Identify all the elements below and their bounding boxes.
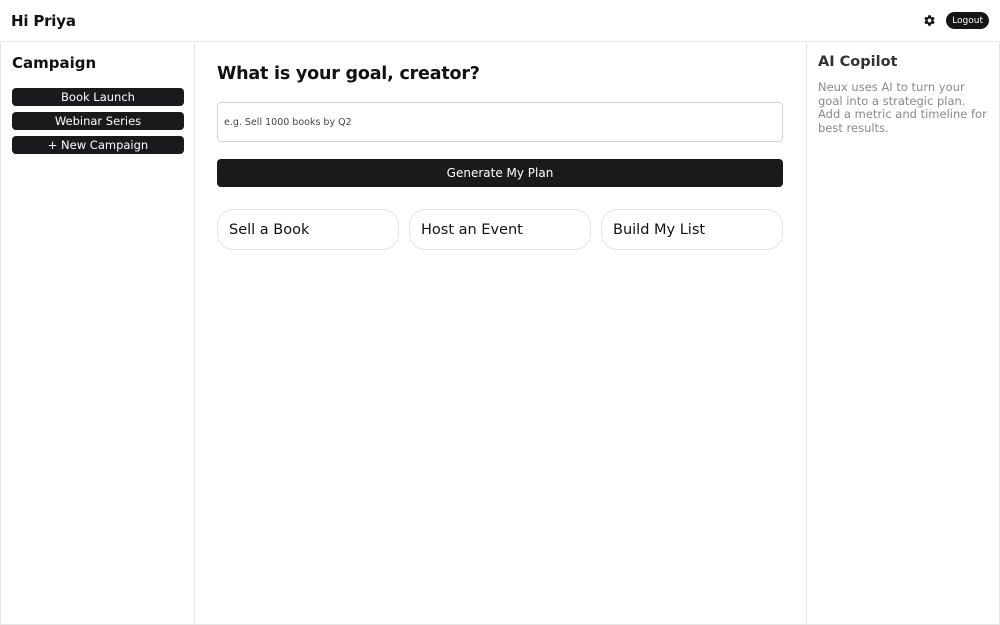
sidebar-title: Campaign [12, 54, 97, 72]
top-actions: Logout [922, 12, 989, 29]
copilot-description: Neux uses AI to turn your goal into a st… [818, 80, 987, 135]
page-title: What is your goal, creator? [217, 64, 480, 84]
copilot-title: AI Copilot [818, 54, 898, 70]
generate-plan-button[interactable]: Generate My Plan [217, 159, 783, 187]
campaign-item-webinar-series[interactable]: Webinar Series [12, 112, 184, 130]
logout-button[interactable]: Logout [946, 12, 989, 29]
top-bar: Hi Priya Logout [0, 0, 1000, 42]
quick-goal-host-an-event[interactable]: Host an Event [409, 209, 591, 250]
quick-goal-sell-a-book[interactable]: Sell a Book [217, 209, 399, 250]
new-campaign-button[interactable]: + New Campaign [12, 136, 184, 154]
campaign-item-book-launch[interactable]: Book Launch [12, 88, 184, 106]
quick-goal-build-my-list[interactable]: Build My List [601, 209, 783, 250]
campaign-sidebar: Campaign Book Launch Webinar Series + Ne… [0, 42, 195, 625]
main-panel: What is your goal, creator? Generate My … [195, 42, 806, 625]
ai-copilot-panel: AI Copilot Neux uses AI to turn your goa… [806, 42, 1000, 625]
gear-icon[interactable] [922, 14, 936, 28]
goal-input[interactable] [217, 102, 783, 142]
quick-goal-row: Sell a Book Host an Event Build My List [217, 209, 783, 250]
greeting-text: Hi Priya [11, 11, 76, 30]
